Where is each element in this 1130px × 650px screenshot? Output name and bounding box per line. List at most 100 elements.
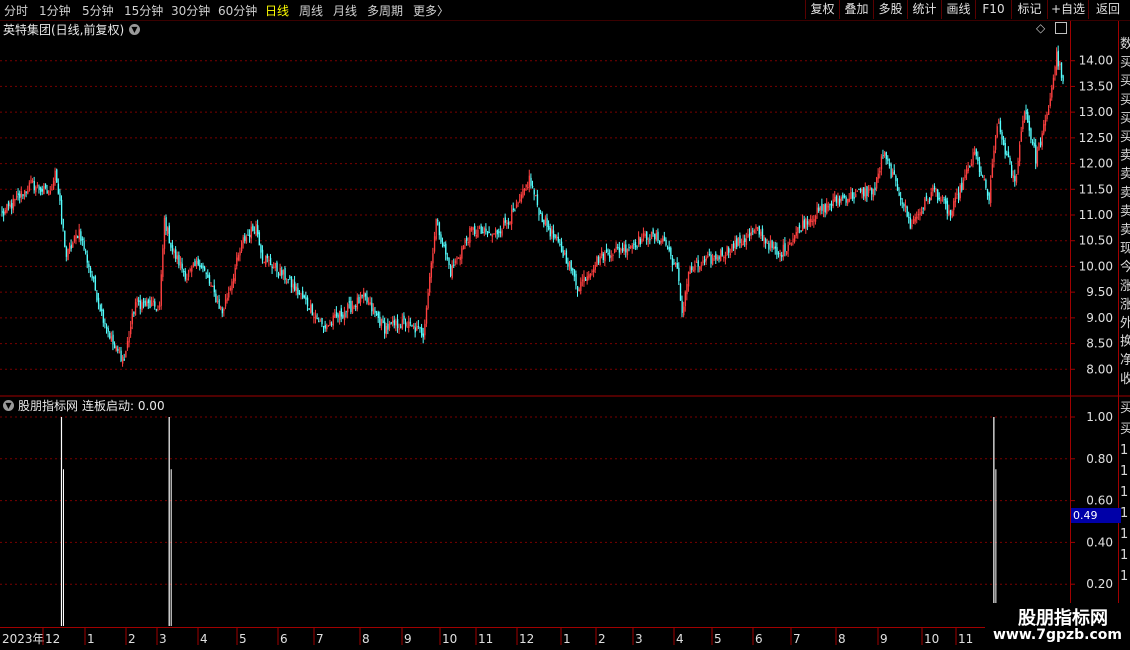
candle-body xyxy=(662,238,664,242)
candle-body xyxy=(921,211,923,214)
candle-body xyxy=(949,209,952,216)
candle-body xyxy=(144,300,146,306)
candle-body xyxy=(334,314,336,318)
price-tick-label: 10.50 xyxy=(1079,234,1113,248)
candle-body xyxy=(670,247,672,256)
candle-body xyxy=(112,334,114,345)
candle-body xyxy=(901,202,904,204)
candle-body xyxy=(163,217,166,249)
candle-body xyxy=(306,297,309,307)
candle-body xyxy=(453,264,455,266)
candle-body xyxy=(829,203,831,206)
candle-body xyxy=(904,205,907,209)
candle-body xyxy=(451,264,453,278)
candle-body xyxy=(798,225,801,229)
candle-body xyxy=(369,302,371,305)
candle-body xyxy=(562,250,564,257)
candle-body xyxy=(155,309,158,311)
candle-body xyxy=(998,122,1000,124)
quote-panel-char: 1 xyxy=(1120,569,1128,584)
candle-body xyxy=(966,169,968,175)
candle-body xyxy=(925,195,928,199)
candle-body xyxy=(745,238,748,245)
candle-body xyxy=(1052,77,1055,89)
quote-panel-char: 收 xyxy=(1120,372,1130,387)
main-y-axis: 14.00 13.50 13.00 12.50 12.00 11.50 11.00 10.50… xyxy=(1070,54,1113,376)
candle-body xyxy=(255,224,257,236)
candle-body xyxy=(24,190,26,197)
candle-body xyxy=(483,228,486,233)
candle-body xyxy=(202,265,204,269)
candle-body xyxy=(25,191,27,193)
candle-body xyxy=(863,187,865,197)
kline-chart[interactable]: 14.0013.5013.0012.5012.0011.5011.0010.50… xyxy=(0,0,1130,650)
candle-body xyxy=(633,243,635,245)
candle-body xyxy=(1044,120,1047,126)
candle-body xyxy=(654,233,656,240)
candle-body xyxy=(641,238,643,243)
candle-body xyxy=(216,300,219,302)
candle-body xyxy=(159,305,161,307)
candle-body xyxy=(396,319,399,329)
candle-body xyxy=(1007,151,1010,158)
candle-body xyxy=(980,171,982,176)
candle-body xyxy=(758,225,760,235)
candle-body xyxy=(678,267,680,282)
candle-body xyxy=(1011,165,1013,176)
candle-body xyxy=(560,241,563,252)
candle-body xyxy=(173,250,175,254)
candle-body xyxy=(607,253,609,255)
quote-panel-char: 买 xyxy=(1120,111,1130,126)
candle-body xyxy=(540,213,542,215)
candle-body xyxy=(83,240,85,250)
candle-body xyxy=(990,179,992,203)
candle-body xyxy=(692,270,695,272)
candle-body xyxy=(962,180,965,190)
candle-body xyxy=(46,190,48,194)
candle-body xyxy=(800,230,802,233)
candle-body xyxy=(652,229,654,234)
month-label: 4 xyxy=(676,632,684,646)
chevron-down-icon[interactable]: ▼ xyxy=(3,400,14,411)
candle-body xyxy=(771,240,773,249)
candle-body xyxy=(757,227,759,229)
candle-body xyxy=(245,237,248,243)
candle-body xyxy=(178,254,180,266)
candle-body xyxy=(120,350,122,361)
candle-body xyxy=(443,245,445,247)
candle-body xyxy=(512,208,515,211)
candle-body xyxy=(739,235,741,244)
candle-body xyxy=(927,200,929,202)
candle-body xyxy=(1036,150,1039,166)
diamond-icon[interactable]: ◇ xyxy=(1036,21,1045,35)
candle-body xyxy=(541,213,543,223)
candle-body xyxy=(261,249,264,261)
candle-body xyxy=(929,197,931,201)
candle-body xyxy=(1030,128,1032,140)
candle-body xyxy=(699,266,701,270)
candle-body xyxy=(200,265,203,268)
candle-body xyxy=(811,220,814,222)
indicator-value-label: 连板启动: 0.00 xyxy=(82,399,165,413)
candle-body xyxy=(953,201,955,211)
candle-body xyxy=(252,225,254,231)
candle-body xyxy=(546,218,548,227)
indicator-tick-label: 0.40 xyxy=(1086,535,1113,549)
candle-body xyxy=(597,256,600,263)
candle-body xyxy=(956,193,958,195)
candle-body xyxy=(768,243,770,250)
candle-body xyxy=(41,189,43,192)
candle-body xyxy=(189,269,191,271)
window-toggle-icon[interactable] xyxy=(1055,22,1067,34)
chevron-down-icon[interactable]: ▼ xyxy=(129,24,140,35)
price-tick-label: 12.00 xyxy=(1079,157,1113,171)
candle-body xyxy=(48,194,50,196)
candle-body xyxy=(260,245,262,253)
candle-body xyxy=(1060,62,1063,78)
candle-body xyxy=(728,247,730,253)
candle-body xyxy=(64,230,66,247)
candle-body xyxy=(57,183,60,194)
candle-body xyxy=(421,327,423,336)
candle-body xyxy=(842,194,844,199)
candle-body xyxy=(620,248,622,251)
